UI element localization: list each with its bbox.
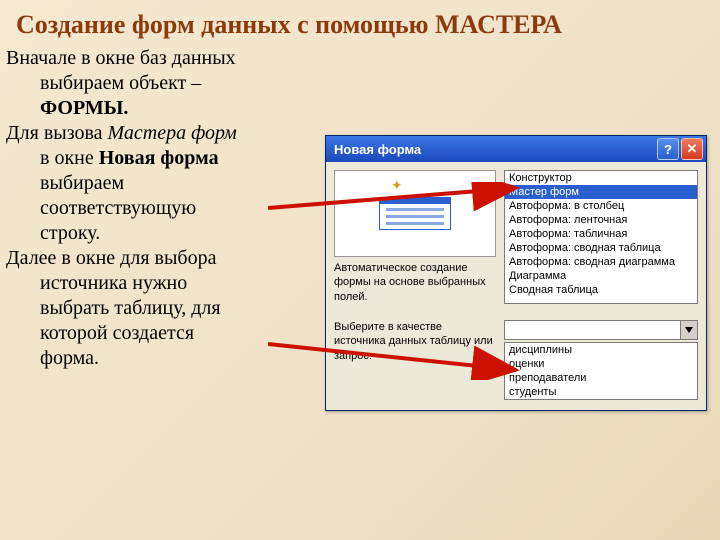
close-icon: ✕ <box>687 141 698 157</box>
preview-caption: Автоматическое создание формы на основе … <box>334 261 494 304</box>
chevron-down-icon <box>685 327 693 333</box>
help-button[interactable]: ? <box>657 138 679 160</box>
dialog-title: Новая форма <box>334 142 421 157</box>
preview-image: ✦ <box>334 170 496 257</box>
form-type-option[interactable]: Автоформа: табличная <box>505 227 697 241</box>
form-type-option[interactable]: Конструктор <box>505 171 697 185</box>
help-icon: ? <box>664 142 672 157</box>
combobox-dropdown-button[interactable] <box>680 321 697 339</box>
p3-l5: форма. <box>40 347 99 369</box>
form-type-option[interactable]: Диаграмма <box>505 269 697 283</box>
p1-formy: ФОРМЫ. <box>40 97 128 119</box>
p3-l3: выбрать таблицу, для <box>40 297 221 319</box>
p3-l2: источника нужно <box>40 272 187 294</box>
source-option[interactable]: студенты <box>505 385 697 399</box>
form-type-option[interactable]: Автоформа: сводная диаграмма <box>505 255 697 269</box>
mini-form-icon <box>379 197 451 230</box>
p3-lead: Далее в окне для выбора <box>6 247 216 269</box>
new-form-dialog: Новая форма ? ✕ ✦ Автоматическое создани… <box>325 135 707 411</box>
close-button[interactable]: ✕ <box>681 138 703 160</box>
p2-l2b: Новая форма <box>99 147 219 169</box>
p2-l3: выбираем <box>40 172 124 194</box>
form-type-option[interactable]: Автоформа: в столбец <box>505 199 697 213</box>
instruction-text: Вначале в окне баз данных выбираем объек… <box>0 46 336 371</box>
source-option[interactable]: преподаватели <box>505 371 697 385</box>
p2-l2a: в окне <box>40 147 99 169</box>
source-label: Выберите в качестве источника данных таб… <box>334 320 494 363</box>
p1-rest-a: выбираем объект – <box>40 72 201 94</box>
source-combobox[interactable] <box>504 320 698 340</box>
form-type-option[interactable]: Автоформа: ленточная <box>505 213 697 227</box>
p3-l4: которой создается <box>40 322 194 344</box>
p2-lead: Для вызова <box>6 122 108 144</box>
dialog-titlebar[interactable]: Новая форма ? ✕ <box>326 136 706 162</box>
source-dropdown-list[interactable]: дисциплиныоценкипреподавателистуденты <box>504 342 698 400</box>
wizard-star-icon: ✦ <box>391 177 403 194</box>
source-option[interactable]: оценки <box>505 357 697 371</box>
form-type-option[interactable]: Автоформа: сводная таблица <box>505 241 697 255</box>
p1-lead: Вначале в окне баз данных <box>6 47 236 69</box>
p2-l5: строку. <box>40 222 100 244</box>
page-title: Создание форм данных с помощью МАСТЕРА <box>0 0 720 46</box>
combobox-value <box>505 321 680 339</box>
p2-em: Мастера форм <box>108 122 237 144</box>
source-option[interactable]: дисциплины <box>505 343 697 357</box>
form-type-listbox[interactable]: КонструкторМастер формАвтоформа: в столб… <box>504 170 698 304</box>
form-type-option[interactable]: Мастер форм <box>505 185 697 199</box>
p2-l4: соответствующую <box>40 197 196 219</box>
form-type-option[interactable]: Сводная таблица <box>505 283 697 297</box>
